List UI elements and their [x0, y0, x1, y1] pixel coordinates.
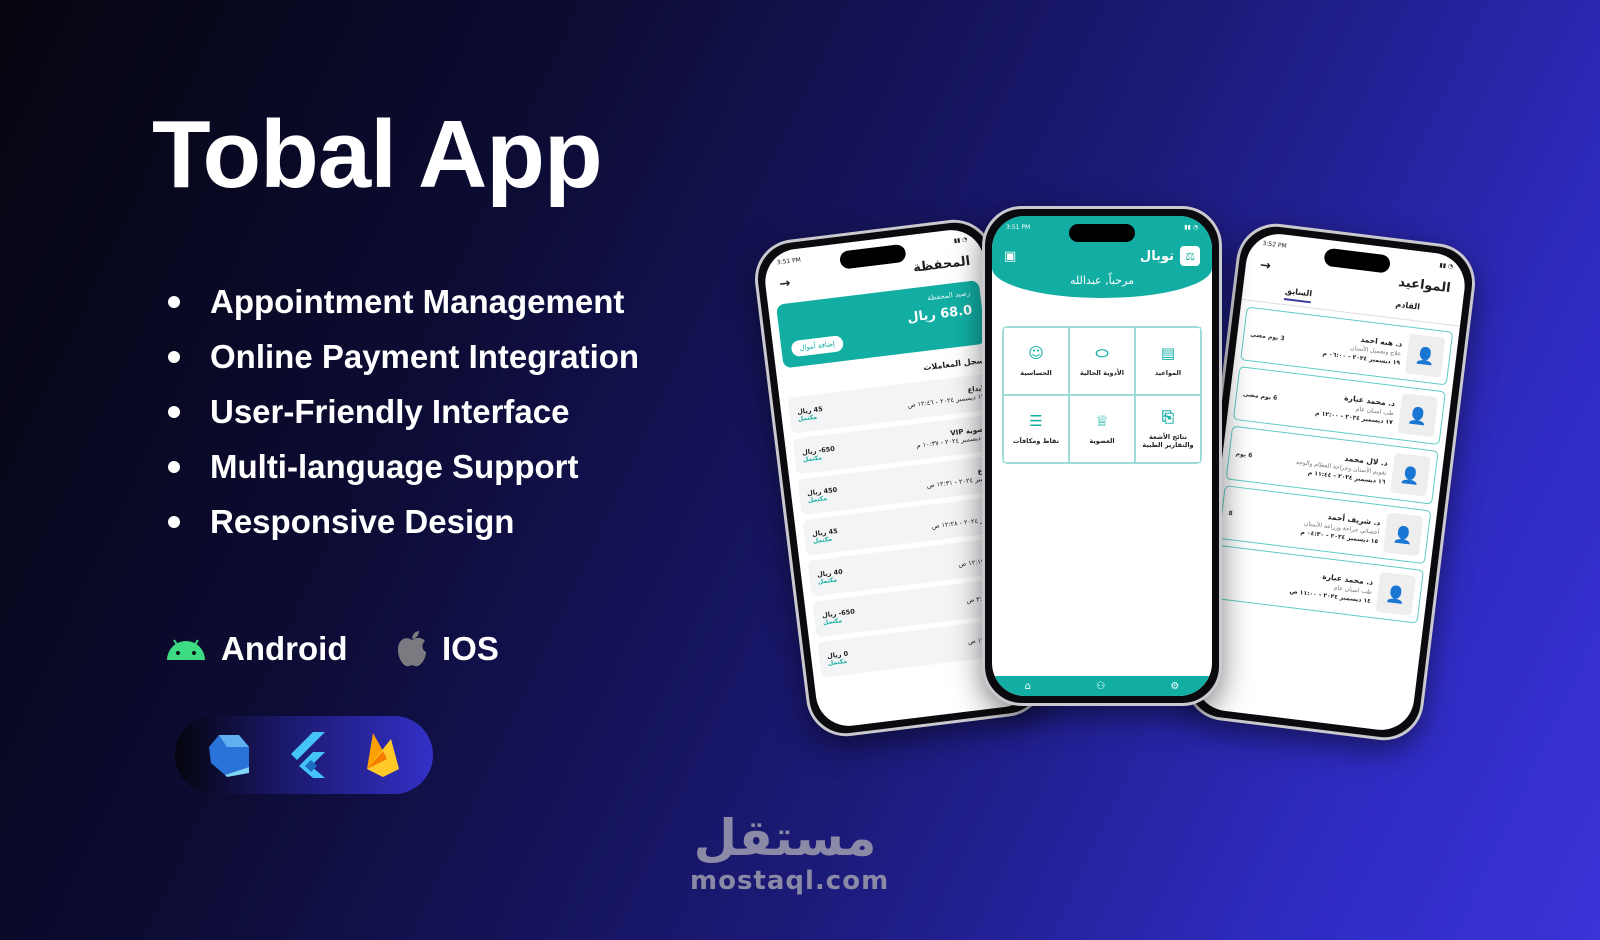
feature-label: Responsive Design: [210, 502, 515, 540]
android-icon: [167, 639, 205, 660]
bottom-nav: ⚙ ⚇ ⌂: [992, 676, 1212, 696]
tobal-logo-icon: ⚖: [1180, 246, 1200, 266]
feature-list: Appointment Management Online Payment In…: [168, 274, 639, 549]
tab-upcoming[interactable]: القادم: [1394, 300, 1420, 317]
bullet-icon: [168, 405, 180, 418]
grid-item[interactable]: ▤ المواعيد: [1135, 327, 1201, 395]
settings-icon[interactable]: ⚙: [1170, 681, 1179, 692]
time-ago: 6 يوم مضى: [1242, 390, 1278, 402]
grid-item[interactable]: ⎘ نتائج الأشعة والتقارير الطبية: [1135, 395, 1201, 463]
time-ago: 3 يوم مضى: [1249, 330, 1286, 342]
bullet-icon: [168, 460, 180, 473]
feature-item: Online Payment Integration: [168, 329, 639, 384]
feature-item: Multi-language Support: [168, 439, 639, 494]
platform-android: Android: [165, 630, 347, 668]
time-ago: 6 يوم: [1235, 449, 1253, 459]
wallet-icon[interactable]: ▣: [1004, 249, 1016, 264]
firebase-icon: [367, 733, 399, 777]
phone-home: 3:51 PM ▮▮ ◔ ⚖ توبال ▣ مرحباً, عبدالله ▤ ال…: [982, 206, 1222, 706]
doctor-photo: 👤: [1397, 393, 1439, 438]
grid-item-label: نتائج الأشعة والتقارير الطبية: [1142, 432, 1194, 449]
dynamic-island: [1069, 224, 1135, 242]
doctor-photo: 👤: [1375, 571, 1417, 616]
dart-icon: [209, 735, 249, 777]
flutter-icon: [291, 732, 325, 778]
calendar-icon: ▤: [1160, 343, 1176, 362]
app-title: Tobal App: [152, 101, 603, 208]
coins-icon: ☰: [1029, 411, 1043, 430]
phone-appointments: 3:52 PM ▮▮ ◔ المواعيد → القادم السابق 👤 د.…: [1180, 219, 1480, 745]
back-arrow-icon[interactable]: →: [779, 276, 792, 292]
platform-label: Android: [221, 630, 348, 667]
feature-grid: ▤ المواعيد ⬭ الأدوية الحالية ☺ الحساسية ⎘ نتائج…: [1002, 326, 1202, 464]
status-time: 3:51 PM: [776, 255, 802, 266]
watermark-logo: مستقل: [693, 809, 877, 867]
bullet-icon: [168, 515, 180, 528]
grid-item[interactable]: ☰ نقاط ومكافآت: [1003, 395, 1069, 463]
feature-item: Responsive Design: [168, 494, 639, 549]
grid-item-label: نقاط ومكافآت: [1012, 436, 1060, 445]
grid-item-label: الأدوية الحالية: [1080, 368, 1124, 377]
feature-label: Multi-language Support: [210, 447, 579, 485]
feature-label: Appointment Management: [210, 282, 625, 320]
page-title: المواعيد: [1397, 274, 1452, 297]
bullet-icon: [168, 350, 180, 363]
signal-icon: ▮▮ ◔: [1439, 261, 1454, 270]
grid-item[interactable]: ☺ الحساسية: [1003, 327, 1069, 395]
home-screen: 3:51 PM ▮▮ ◔ ⚖ توبال ▣ مرحباً, عبدالله ▤ ال…: [992, 216, 1212, 696]
feature-label: User-Friendly Interface: [210, 392, 570, 430]
time-ago: 8: [1228, 509, 1234, 517]
watermark-domain: mostaql.com: [690, 866, 890, 896]
grid-item[interactable]: ⬭ الأدوية الحالية: [1069, 327, 1135, 395]
brand-name: توبال: [1139, 248, 1174, 264]
platform-label: IOS: [442, 630, 499, 667]
profile-icon[interactable]: ⚇: [1096, 681, 1105, 692]
back-arrow-icon[interactable]: →: [1259, 258, 1272, 274]
greeting: مرحباً, عبدالله: [1069, 274, 1135, 287]
feature-label: Online Payment Integration: [210, 337, 640, 375]
mask-face-icon: ☺: [1028, 343, 1044, 362]
signal-icon: ▮▮ ◔: [1184, 223, 1198, 231]
tech-stack-pill: [175, 716, 433, 794]
crown-icon: ♕: [1095, 411, 1109, 430]
home-icon[interactable]: ⌂: [1025, 681, 1031, 692]
doctor-photo: 👤: [1382, 512, 1424, 557]
platform-ios: IOS: [396, 630, 499, 668]
mostaql-watermark: مستقل mostaql.com: [690, 809, 890, 896]
doctor-photo: 👤: [1390, 452, 1431, 497]
signal-icon: ▮▮ ◔: [953, 235, 968, 245]
bullet-icon: [168, 295, 180, 308]
appointments-screen: 3:52 PM ▮▮ ◔ المواعيد → القادم السابق 👤 د.…: [1191, 230, 1469, 734]
grid-item-label: المواعيد: [1154, 368, 1182, 377]
appointment-list: 👤 د. هبه احمد علاج وتجميل الأسنان ١٩ ديسمب…: [1205, 306, 1459, 625]
feature-item: User-Friendly Interface: [168, 384, 639, 439]
status-time: 3:51 PM: [1006, 223, 1031, 231]
status-time: 3:52 PM: [1262, 239, 1288, 250]
pill-icon: ⬭: [1095, 343, 1109, 362]
report-icon: ⎘: [1162, 407, 1175, 426]
feature-item: Appointment Management: [168, 274, 639, 329]
grid-item-label: الحساسية: [1020, 368, 1052, 377]
apple-icon: [398, 631, 426, 667]
page-title: المحفظة: [912, 253, 972, 276]
grid-item-label: العضوية: [1089, 436, 1115, 445]
doctor-photo: 👤: [1404, 333, 1446, 378]
grid-item[interactable]: ♕ العضوية: [1069, 395, 1135, 463]
tab-past[interactable]: السابق: [1283, 286, 1313, 304]
